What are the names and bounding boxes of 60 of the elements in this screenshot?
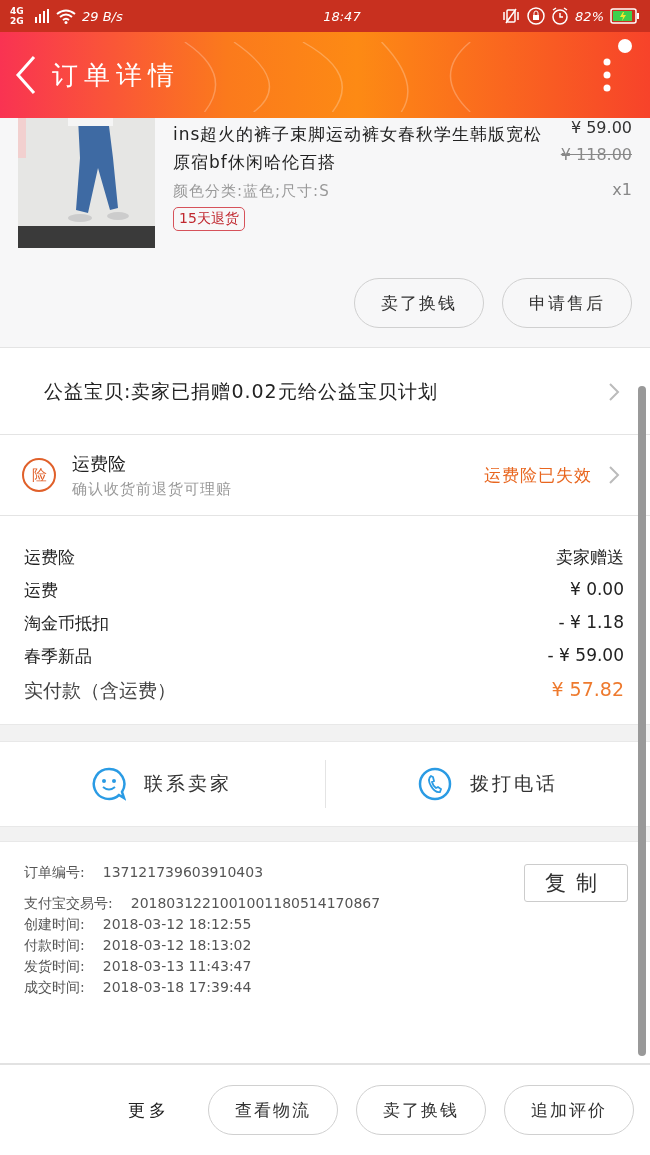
back-icon[interactable] bbox=[14, 55, 38, 95]
order-info-label: 发货时间: bbox=[24, 958, 85, 976]
order-info-label: 订单编号: bbox=[24, 864, 85, 882]
more-link[interactable]: 更多 bbox=[128, 1098, 170, 1122]
page-title: 订单详情 bbox=[52, 58, 180, 92]
battery-level: 82% bbox=[575, 8, 604, 24]
order-action-button[interactable]: 查看物流 bbox=[208, 1085, 338, 1135]
insurance-title: 运费险 bbox=[72, 451, 127, 476]
insurance-badge: 险 bbox=[22, 458, 56, 492]
product-action-button[interactable]: 申请售后 bbox=[502, 278, 632, 328]
cost-label: 淘金币抵扣 bbox=[24, 612, 109, 635]
cost-value: - ¥ 59.00 bbox=[547, 645, 624, 667]
order-info-value: 2018-03-13 11:43:47 bbox=[102, 958, 252, 976]
order-info-value: 137121739603910403 bbox=[102, 864, 264, 882]
chat-icon bbox=[92, 767, 127, 801]
order-info-label: 付款时间: bbox=[24, 937, 85, 955]
clock: 18:47 bbox=[323, 8, 361, 24]
insurance-subtitle: 确认收货前退货可理赔 bbox=[72, 479, 233, 499]
return-policy-tag: 15天退货 bbox=[173, 207, 245, 231]
phone-icon bbox=[417, 767, 452, 801]
cost-label: 运费 bbox=[24, 579, 58, 602]
cost-value: - ¥ 1.18 bbox=[558, 612, 624, 634]
scrollbar[interactable] bbox=[638, 386, 646, 1056]
order-info-value: 2018-03-18 17:39:44 bbox=[102, 979, 252, 997]
lock-rotation-icon bbox=[527, 7, 546, 25]
product-title[interactable]: ins超火的裤子束脚运动裤女春秋学生韩版宽松原宿bf休闲哈伦百搭 bbox=[173, 120, 543, 176]
battery-icon bbox=[610, 8, 640, 24]
notification-dot-icon bbox=[618, 39, 632, 53]
order-action-button[interactable]: 追加评价 bbox=[504, 1085, 634, 1135]
order-info-label: 成交时间: bbox=[24, 979, 85, 997]
network-speed: 29 B/s bbox=[82, 8, 123, 24]
network-indicator: 4G 2G bbox=[10, 6, 25, 26]
cost-label: 春季新品 bbox=[24, 645, 92, 668]
cost-value: ¥ 57.82 bbox=[551, 678, 624, 702]
order-info-label: 创建时间: bbox=[24, 916, 85, 934]
order-info-value: 2018031221001001180514170867 bbox=[130, 895, 381, 913]
original-price: ¥ 118.00 bbox=[560, 145, 632, 164]
cost-label: 实付款（含运费） bbox=[24, 678, 176, 703]
chevron-right-icon bbox=[608, 382, 620, 402]
cost-label: 运费险 bbox=[24, 546, 75, 569]
order-info-label: 支付宝交易号: bbox=[24, 895, 113, 913]
cost-value: 卖家赠送 bbox=[556, 546, 624, 569]
signal-icon bbox=[34, 9, 50, 23]
product-price: ¥ 59.00 bbox=[570, 118, 632, 137]
charity-notice[interactable]: 公益宝贝:卖家已捐赠0.02元给公益宝贝计划 bbox=[44, 379, 608, 405]
cost-value: ¥ 0.00 bbox=[569, 579, 624, 601]
contact-seller-button[interactable]: 联系卖家 bbox=[0, 742, 325, 826]
quantity: x1 bbox=[612, 180, 632, 199]
alarm-icon bbox=[551, 7, 570, 25]
more-icon[interactable] bbox=[602, 58, 612, 92]
product-variant: 颜色分类:蓝色;尺寸:S bbox=[173, 182, 331, 201]
order-info-value: 2018-03-12 18:12:55 bbox=[102, 916, 252, 934]
call-button[interactable]: 拨打电话 bbox=[325, 742, 650, 826]
product-action-button[interactable]: 卖了换钱 bbox=[354, 278, 484, 328]
order-info-value: 2018-03-12 18:13:02 bbox=[102, 937, 252, 955]
chevron-right-icon bbox=[608, 465, 620, 485]
vibrate-icon bbox=[501, 8, 522, 24]
wifi-icon bbox=[56, 8, 76, 24]
copy-button[interactable]: 复制 bbox=[524, 864, 628, 902]
order-action-button[interactable]: 卖了换钱 bbox=[356, 1085, 486, 1135]
